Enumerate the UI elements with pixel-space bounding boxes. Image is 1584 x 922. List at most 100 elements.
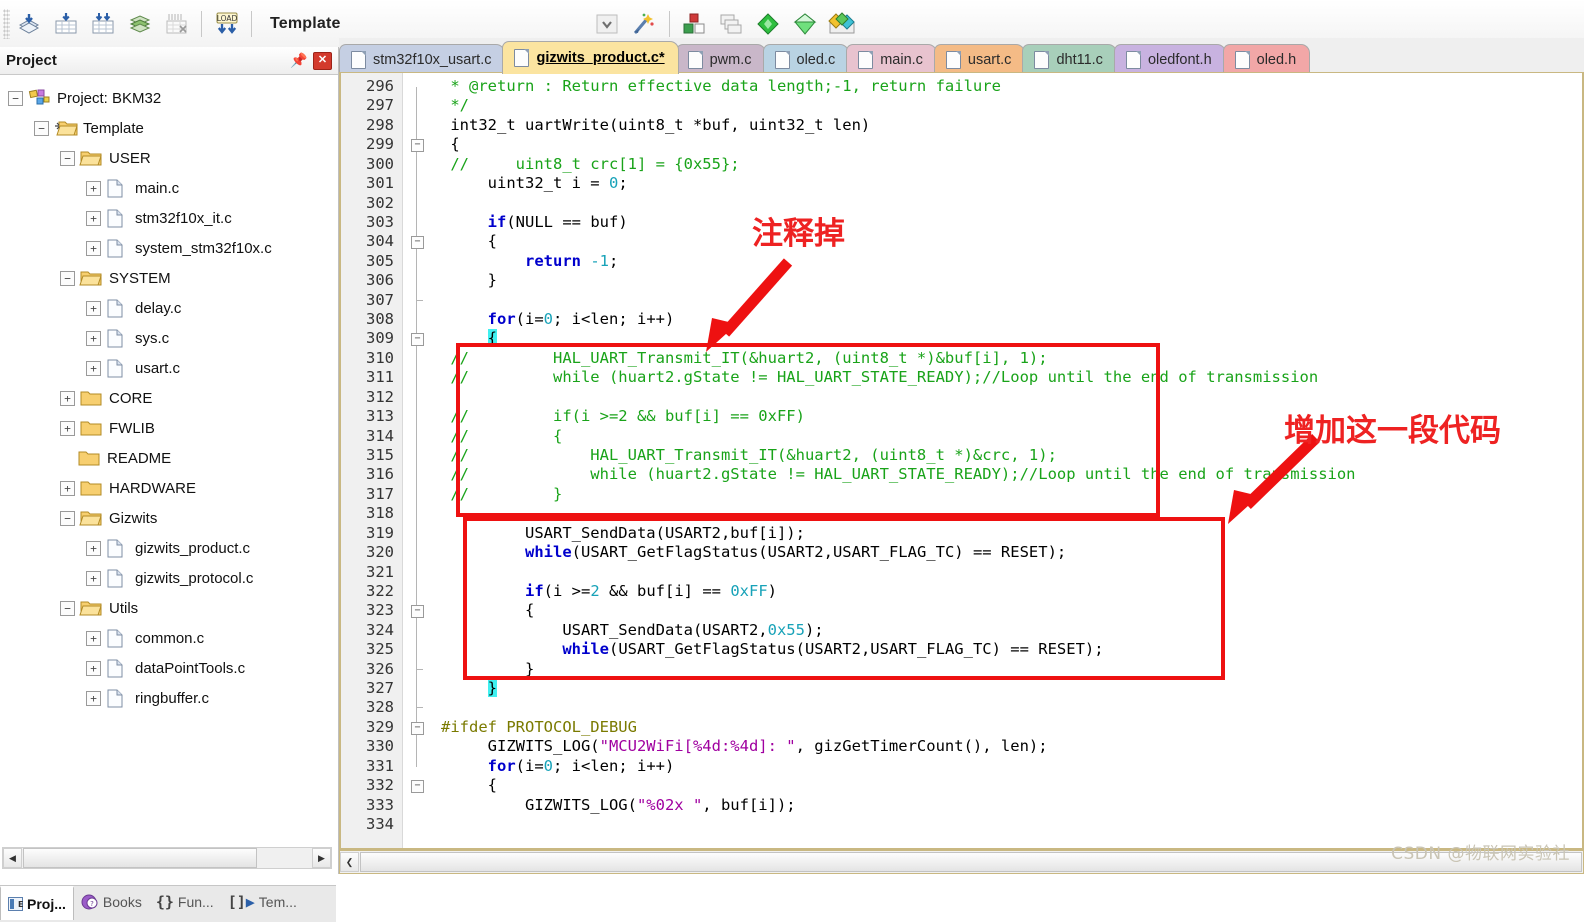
code-line[interactable]: #ifdef PROTOCOL_DEBUG [441,718,637,737]
tree-item[interactable]: − Project: BKM32 [0,83,336,113]
pin-icon[interactable]: 📌 [290,52,307,70]
tree-item[interactable]: + system_stm32f10x.c [0,233,336,263]
editor-tab-usartc[interactable]: usart.c [933,44,1026,74]
tree-item[interactable]: + main.c [0,173,336,203]
editor-tab-pwmc[interactable]: pwm.c [675,44,766,74]
panel-tab-tem[interactable]: []▶ Tem... [221,886,304,918]
editor-scroll-left-arrow[interactable]: ❮ [340,852,359,872]
tree-expand-icon[interactable]: + [60,420,75,436]
project-tree[interactable]: − Project: BKM32− Template − USER + main.c + stm… [0,75,336,835]
code-line[interactable]: if(NULL == buf) [441,213,628,232]
tree-item[interactable]: + sys.c [0,323,336,353]
code-line[interactable]: } [441,660,534,679]
code-line[interactable]: // } [441,485,562,504]
code-line[interactable]: } [441,271,497,290]
rebuild-icon[interactable] [85,6,120,41]
stop-build-icon[interactable] [159,6,194,41]
code-line[interactable]: GIZWITS_LOG("%02x ", buf[i]); [441,796,796,815]
editor-tab-oledc[interactable]: oled.c [762,44,850,74]
tree-item[interactable]: − Gizwits [0,503,336,533]
tree-item[interactable]: + HARDWARE [0,473,336,503]
code-line[interactable]: while(USART_GetFlagStatus(USART2,USART_F… [441,640,1103,659]
panel-tab-proj[interactable]: E Proj... [0,886,74,920]
tree-item[interactable]: + gizwits_protocol.c [0,563,336,593]
code-line[interactable]: * @return : Return effective data length… [441,77,1001,96]
tree-item[interactable]: − SYSTEM [0,263,336,293]
code-line[interactable]: if(i >=2 && buf[i] == 0xFF) [441,582,777,601]
tree-item[interactable]: + usart.c [0,353,336,383]
tree-expand-icon[interactable]: + [86,210,101,226]
source-code[interactable]: * @return : Return effective data length… [431,73,1582,848]
pack-installer-icon[interactable] [751,6,786,41]
tree-expand-icon[interactable]: + [86,690,101,706]
code-line[interactable]: // while (huart2.gState != HAL_UART_STAT… [441,368,1318,387]
tree-expand-icon[interactable]: + [86,330,101,346]
tree-item[interactable]: − Template [0,113,336,143]
editor-tab-oledfonth[interactable]: oledfont.h [1113,44,1226,74]
tree-item[interactable]: + dataPointTools.c [0,653,336,683]
editor-tab-dht11c[interactable]: dht11.c [1022,44,1117,74]
code-line[interactable]: return -1; [441,252,618,271]
tree-item[interactable]: − Utils [0,593,336,623]
fold-collapse-icon[interactable]: − [411,605,424,619]
code-line[interactable]: for(i=0; i<len; i++) [441,310,675,329]
editor-tab-gizwitsproductc[interactable]: gizwits_product.c* [502,41,679,74]
scroll-left-arrow[interactable]: ◀ [3,848,22,868]
tree-collapse-icon[interactable]: − [60,510,75,526]
fold-collapse-icon[interactable]: − [411,780,424,794]
project-panel-tabs[interactable]: E Proj...? Books{} Fun... []▶ Tem... [0,885,336,922]
fold-collapse-icon[interactable]: − [411,139,424,153]
toolbar-grip[interactable] [3,8,10,39]
fold-margin[interactable]: − − − − − − [403,73,431,848]
tree-expand-icon[interactable]: + [60,480,75,496]
tree-collapse-icon[interactable]: − [8,90,23,106]
close-icon[interactable]: ✕ [313,51,332,70]
tree-item[interactable]: + delay.c [0,293,336,323]
tree-item[interactable]: − USER [0,143,336,173]
project-tree-hscrollbar[interactable]: ◀ ▶ [2,847,332,869]
tree-item[interactable]: + common.c [0,623,336,653]
hscroll-thumb[interactable] [23,848,257,868]
scroll-right-arrow[interactable]: ▶ [312,848,331,868]
code-line[interactable]: // HAL_UART_Transmit_IT(&huart2, (uint8_… [441,446,1057,465]
build-icon[interactable] [48,6,83,41]
panel-tab-books[interactable]: ? Books [74,886,149,918]
tree-collapse-icon[interactable]: − [60,270,75,286]
code-line[interactable]: // if(i >=2 && buf[i] == 0xFF) [441,407,805,426]
code-line[interactable]: int32_t uartWrite(uint8_t *buf, uint32_t… [441,116,870,135]
multi-project-icon[interactable] [714,6,749,41]
download-icon[interactable]: LOAD [209,6,244,41]
run-to-main-icon[interactable] [788,6,823,41]
code-line[interactable]: // { [441,427,562,446]
options-wand-icon[interactable] [627,6,662,41]
tree-expand-icon[interactable]: + [86,570,101,586]
code-line[interactable]: USART_SendData(USART2,buf[i]); [441,524,805,543]
build-target-icon[interactable] [11,6,46,41]
tree-collapse-icon[interactable]: − [60,150,75,166]
code-line[interactable]: USART_SendData(USART2,0x55); [441,621,823,640]
tree-expand-icon[interactable]: + [86,360,101,376]
editor-tabbar[interactable]: stm32f10x_usart.c gizwits_product.c* pwm.c… [339,38,1584,74]
fold-collapse-icon[interactable]: − [411,721,424,735]
editor-tab-mainc[interactable]: main.c [846,44,937,74]
manage-run-time-icon[interactable] [825,6,860,41]
code-line[interactable]: uint32_t i = 0; [441,174,628,193]
target-dropdown-icon[interactable] [590,6,625,41]
tree-item[interactable]: + stm32f10x_it.c [0,203,336,233]
tree-expand-icon[interactable]: + [86,300,101,316]
editor-tab-oledh[interactable]: oled.h [1222,44,1311,74]
code-line[interactable]: // uint8_t crc[1] = {0x55}; [441,155,739,174]
code-line[interactable]: { [441,776,497,795]
tree-item[interactable]: + FWLIB [0,413,336,443]
code-line[interactable]: GIZWITS_LOG("MCU2WiFi[%4d:%4d]: ", gizGe… [441,737,1048,756]
fold-collapse-icon[interactable]: − [411,236,424,250]
code-view[interactable]: 296 297 298 299 300 301 302 303 304 305 306 307 308 3… [339,72,1584,850]
editor-tab-stm32f10xusartc[interactable]: stm32f10x_usart.c [339,44,506,74]
manage-components-icon[interactable] [677,6,712,41]
code-line[interactable]: // while (huart2.gState != HAL_UART_STAT… [441,465,1355,484]
tree-expand-icon[interactable]: + [86,540,101,556]
code-line[interactable]: { [441,232,497,251]
batch-build-icon[interactable] [122,6,157,41]
code-line[interactable]: */ [441,96,469,115]
tree-expand-icon[interactable]: + [86,630,101,646]
